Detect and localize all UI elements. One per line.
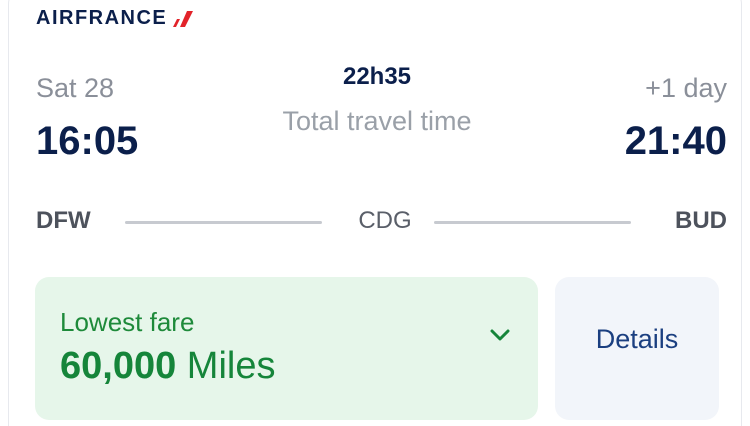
fare-value: 60,000 Miles — [60, 345, 275, 388]
duration-label: Total travel time — [282, 106, 472, 136]
route-segment-1 — [125, 221, 322, 224]
lowest-fare-button[interactable]: Lowest fare 60,000 Miles — [35, 277, 538, 420]
fare-unit: Miles — [186, 345, 276, 387]
route-line: DFW CDG BUD — [36, 201, 727, 241]
departure-time: 16:05 — [36, 119, 139, 163]
fare-amount: 60,000 — [60, 345, 177, 387]
airline-name: AIRFRANCE — [36, 7, 168, 29]
arrival-time: 21:40 — [624, 119, 727, 163]
total-duration: 22h35 — [342, 63, 412, 90]
route-segment-2 — [434, 221, 631, 224]
departure-airport: DFW — [36, 207, 91, 234]
arrival-day-offset: +1 day — [645, 73, 727, 103]
airline-logo: AIRFRANCE — [36, 7, 194, 30]
arrival-airport: BUD — [675, 207, 727, 234]
flight-card[interactable]: AIRFRANCE Sat 28 +1 day 16:05 21:40 22h3… — [8, 0, 742, 426]
details-label: Details — [595, 324, 679, 354]
details-button[interactable]: Details — [555, 277, 719, 420]
airfrance-stripe-icon — [173, 10, 194, 27]
departure-date: Sat 28 — [36, 73, 115, 103]
connection-airport: CDG — [358, 207, 412, 234]
chevron-down-icon[interactable] — [488, 323, 512, 347]
fare-label: Lowest fare — [60, 307, 195, 337]
